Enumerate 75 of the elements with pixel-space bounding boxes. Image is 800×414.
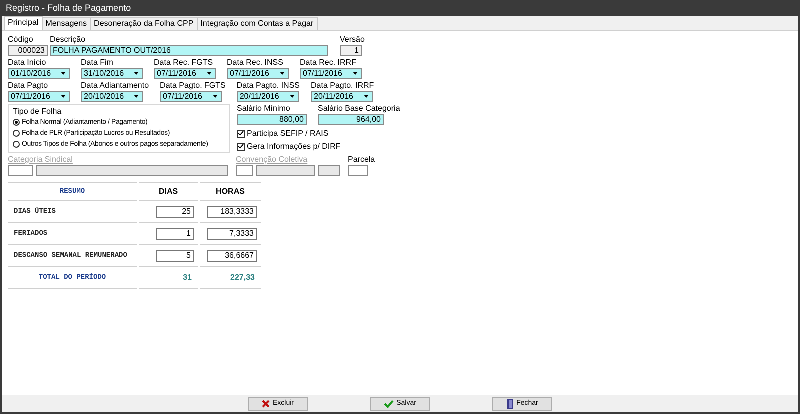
date-dropdown[interactable]: 07/11/2016 xyxy=(154,68,216,79)
field-label: Data Rec. INSS xyxy=(227,58,284,67)
field-label: Data Pagto xyxy=(8,81,50,90)
radio-button[interactable] xyxy=(13,119,20,126)
field-label: Data Rec. IRRF xyxy=(300,58,358,67)
total-hours: 227,33 xyxy=(230,273,255,282)
field-label: Convenção Coletiva xyxy=(236,155,309,164)
total-days: 31 xyxy=(183,273,192,282)
tab[interactable]: Desoneração da Folha CPP xyxy=(90,17,198,30)
field-label: Descrição xyxy=(50,35,87,44)
salary-field[interactable]: 880,00 xyxy=(237,114,307,125)
date-dropdown[interactable]: 01/10/2016 xyxy=(8,68,70,79)
input-field[interactable] xyxy=(318,165,340,176)
radio-button[interactable] xyxy=(13,130,20,137)
input-field[interactable] xyxy=(256,165,315,176)
caret-icon xyxy=(61,72,66,75)
checkmark-icon xyxy=(384,400,394,408)
input-field[interactable] xyxy=(8,165,33,176)
caret-icon xyxy=(134,72,139,75)
field-label: Data Fim xyxy=(81,58,114,67)
field-label: Categoria Sindical xyxy=(8,155,74,164)
description-field[interactable]: FOLHA PAGAMENTO OUT/2016 xyxy=(50,45,328,56)
group-title: Tipo de Folha xyxy=(13,107,63,116)
caret-icon xyxy=(280,72,285,75)
code-field: 000023 xyxy=(8,45,48,56)
date-dropdown[interactable]: 07/11/2016 xyxy=(300,68,362,79)
date-dropdown[interactable]: 07/11/2016 xyxy=(160,91,222,102)
field-label: Código xyxy=(8,35,34,44)
date-dropdown[interactable]: 07/11/2016 xyxy=(227,68,289,79)
door-icon xyxy=(506,398,514,408)
window-title: Registro - Folha de Pagamento xyxy=(2,0,798,16)
field-label: Data Pagto. IRRF xyxy=(311,81,374,90)
caret-icon xyxy=(364,95,370,98)
field-label: Data Pagto. FGTS xyxy=(160,81,226,90)
date-dropdown[interactable]: 31/10/2016 xyxy=(81,68,143,79)
caret-icon xyxy=(61,95,66,98)
caret-icon xyxy=(353,72,358,75)
days-field[interactable]: 1 xyxy=(156,228,194,240)
days-field[interactable]: 5 xyxy=(156,250,194,262)
caret-icon xyxy=(207,72,212,75)
hours-field[interactable]: 183,3333 xyxy=(207,206,257,218)
date-dropdown[interactable]: 20/11/2016 xyxy=(311,91,374,102)
salary-field[interactable]: 964,00 xyxy=(318,114,384,125)
days-field[interactable]: 25 xyxy=(156,206,194,218)
tab[interactable]: Integração com Contas a Pagar xyxy=(196,17,318,30)
field-label: Data Início xyxy=(8,58,48,67)
input-field[interactable] xyxy=(348,165,368,176)
checkbox[interactable] xyxy=(237,142,245,150)
field-label: Data Adiantamento xyxy=(81,81,150,90)
cross-icon xyxy=(262,400,270,408)
radio-button[interactable] xyxy=(13,141,20,148)
caret-icon xyxy=(290,95,295,98)
field-label: Salário Base Categoria xyxy=(318,104,400,113)
column-header: HORAS xyxy=(200,182,261,201)
caret-icon xyxy=(134,95,139,98)
checkbox-label[interactable]: Gera Informações p/ DIRF xyxy=(247,142,341,151)
date-dropdown[interactable]: 20/10/2016 xyxy=(81,91,143,102)
field-label: Data Pagto. INSS xyxy=(236,81,300,90)
checkbox[interactable] xyxy=(237,130,245,138)
version-field: 1 xyxy=(340,45,362,56)
tab[interactable]: Principal xyxy=(4,16,43,30)
date-dropdown[interactable]: 07/11/2016 xyxy=(8,91,70,102)
tab[interactable]: Mensagens xyxy=(42,17,92,30)
input-field[interactable] xyxy=(236,165,253,176)
field-label: Versão xyxy=(340,35,365,44)
hours-field[interactable]: 36,6667 xyxy=(207,250,257,262)
hours-field[interactable]: 7,3333 xyxy=(207,228,257,240)
column-header: DIAS xyxy=(139,182,198,201)
field-label: Data Rec. FGTS xyxy=(154,58,214,67)
caret-icon xyxy=(213,95,218,98)
date-dropdown[interactable]: 20/11/2016 xyxy=(236,91,299,102)
input-field[interactable] xyxy=(36,165,228,176)
checkbox-label[interactable]: Participa SEFIP / RAIS xyxy=(247,129,329,138)
field-label: Salário Mínimo xyxy=(237,104,292,113)
field-label: Parcela xyxy=(348,155,376,164)
